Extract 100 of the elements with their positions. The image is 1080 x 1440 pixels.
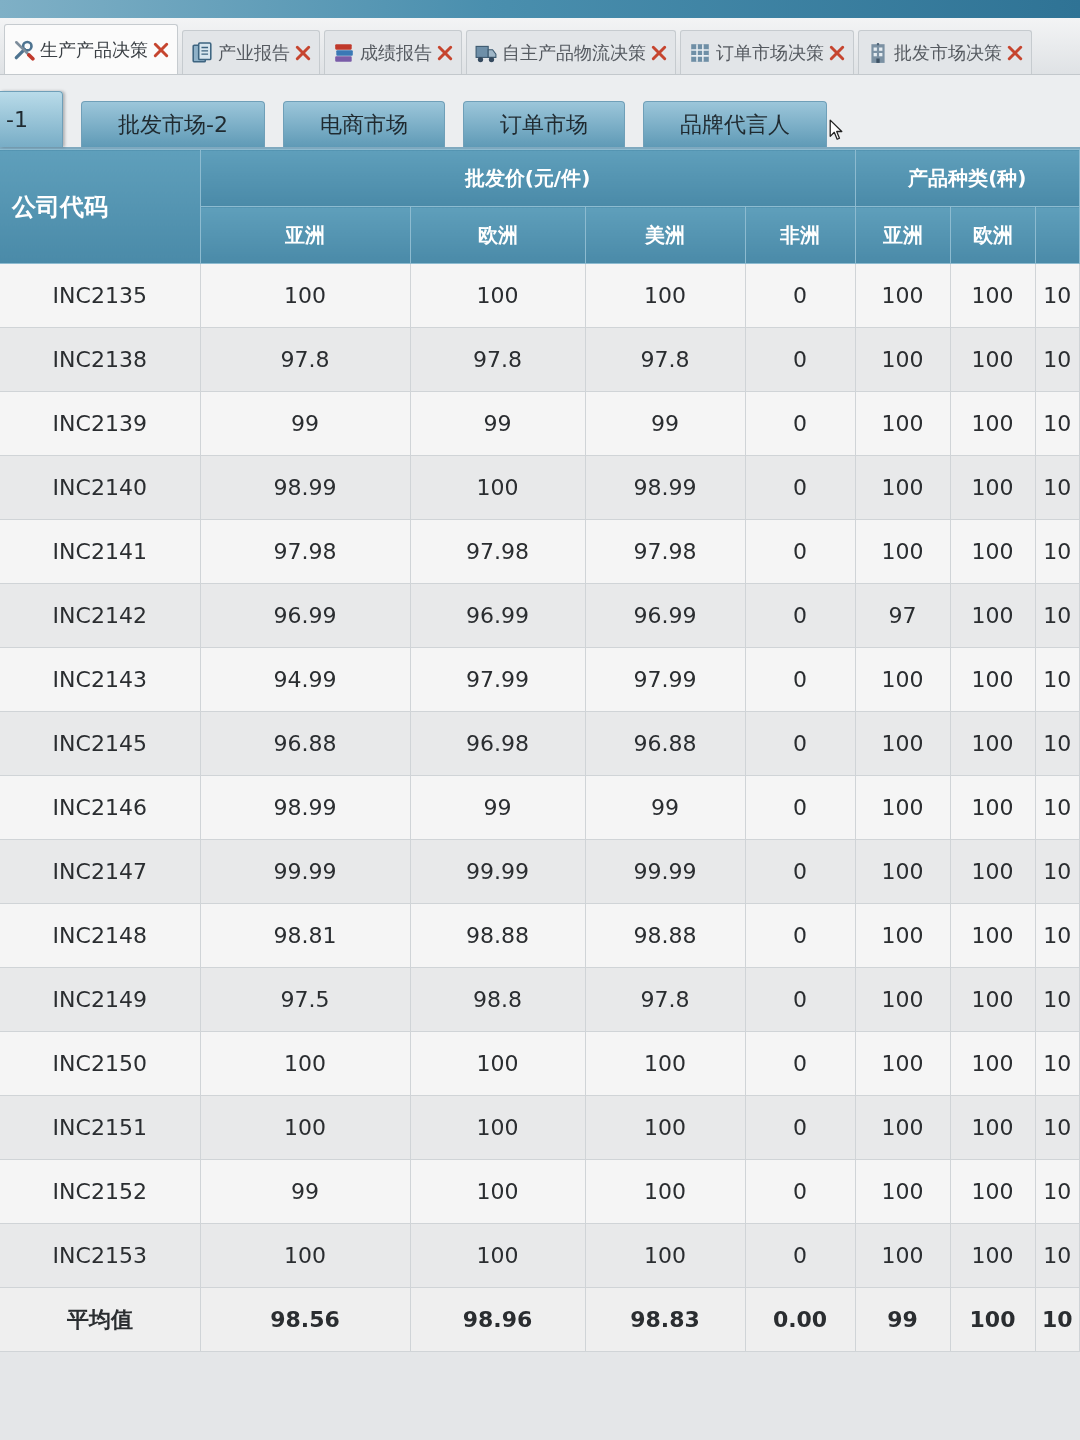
table-cell: 99 [200,1159,410,1224]
table-cell: 10 [1035,327,1080,392]
table-cell: 96.99 [585,583,745,648]
table-cell: 97.8 [410,327,585,392]
document-tab[interactable]: 订单市场决策 [680,30,854,74]
column-header: 亚洲 [200,206,410,264]
company-code: INC2153 [0,1223,200,1288]
table-cell: 100 [585,1159,745,1224]
table-cell: 96.98 [410,711,585,776]
table-cell: 0 [745,903,856,968]
table-cell: 97.98 [410,519,585,584]
document-tab[interactable]: 生产产品决策 [4,24,178,74]
table-cell: 100 [855,967,951,1032]
table-cell: 10 [1035,839,1080,904]
table-cell: 98.8 [410,967,585,1032]
table-cell: 98.81 [200,903,410,968]
table-cell: 100 [410,1159,585,1224]
table-cell: 10 [1035,1223,1080,1288]
close-icon[interactable] [829,44,845,61]
table-cell: 96.88 [200,711,410,776]
table-cell: 100 [950,455,1036,520]
document-tab[interactable]: 批发市场决策 [858,30,1032,74]
average-label: 平均值 [0,1287,200,1352]
average-value: 0.00 [745,1287,856,1352]
table-cell: 0 [745,263,856,328]
table-cell: 10 [1035,1095,1080,1160]
close-icon[interactable] [437,44,453,61]
table-cell: 98.99 [200,775,410,840]
table-cell: 100 [855,1159,951,1224]
table-cell: 100 [950,1031,1036,1096]
table-cell: 0 [745,1223,856,1288]
table-cell: 97.99 [410,647,585,712]
column-header: 非洲 [745,206,856,264]
tools-icon [13,38,35,61]
table-cell: 0 [745,775,856,840]
table-cell: 100 [950,519,1036,584]
close-icon[interactable] [295,44,311,61]
table-cell: 10 [1035,775,1080,840]
table-cell: 10 [1035,455,1080,520]
company-code: INC2147 [0,839,200,904]
table-cell: 10 [1035,903,1080,968]
company-code: INC2142 [0,583,200,648]
table-cell: 0 [745,711,856,776]
table-cell: 96.99 [410,583,585,648]
table-cell: 98.99 [200,455,410,520]
table-cell: 99 [410,775,585,840]
table-cell: 97.5 [200,967,410,1032]
table-cell: 100 [855,263,951,328]
table-cell: 0 [745,455,856,520]
table-cell: 100 [950,647,1036,712]
table-cell: 0 [745,1031,856,1096]
table-cell: 98.88 [585,903,745,968]
table-cell: 0 [745,391,856,456]
table-cell: 97.99 [585,647,745,712]
document-tab[interactable]: 自主产品物流决策 [466,30,676,74]
table-cell: 99 [200,391,410,456]
table-cell: 100 [950,391,1036,456]
table-cell: 100 [585,1031,745,1096]
close-icon[interactable] [1007,44,1023,61]
table-cell: 0 [745,647,856,712]
table-cell: 100 [855,903,951,968]
market-tab[interactable]: 电商市场 [282,101,445,147]
table-cell: 100 [950,1095,1036,1160]
table-cell: 97.8 [585,967,745,1032]
table-cell: 99.99 [200,839,410,904]
column-group-header: 批发价(元/件) [200,149,856,207]
market-tab[interactable]: 品牌代言人 [642,101,827,147]
table-cell: 97.98 [585,519,745,584]
table-cell: 100 [855,839,951,904]
table-cell: 100 [410,1095,585,1160]
table-cell: 0 [745,1159,856,1224]
average-value: 98.96 [410,1287,585,1352]
company-code: INC2145 [0,711,200,776]
document-icon [191,41,213,64]
close-icon[interactable] [153,41,169,58]
document-tab[interactable]: 成绩报告 [324,30,462,74]
table-cell: 100 [855,1095,951,1160]
column-header: 公司代码 [0,149,200,264]
grid-icon [689,41,711,64]
company-code: INC2138 [0,327,200,392]
document-tab[interactable]: 产业报告 [182,30,320,74]
market-tab[interactable]: 批发市场-2 [80,101,265,147]
table-cell: 100 [585,263,745,328]
table-cell: 10 [1035,263,1080,328]
table-cell: 97 [855,583,951,648]
table-cell: 10 [1035,1159,1080,1224]
company-code: INC2152 [0,1159,200,1224]
close-icon[interactable] [651,44,667,61]
table-cell: 100 [585,1223,745,1288]
table-cell: 100 [410,263,585,328]
table-cell: 0 [745,839,856,904]
table-cell: 10 [1035,519,1080,584]
table-cell: 100 [950,711,1036,776]
table-cell: 96.99 [200,583,410,648]
table-cell: 100 [950,327,1036,392]
table-cell: 100 [200,263,410,328]
table-cell: 100 [410,1031,585,1096]
market-tab[interactable]: -1 [0,91,63,147]
company-code: INC2151 [0,1095,200,1160]
market-tab[interactable]: 订单市场 [462,101,625,147]
